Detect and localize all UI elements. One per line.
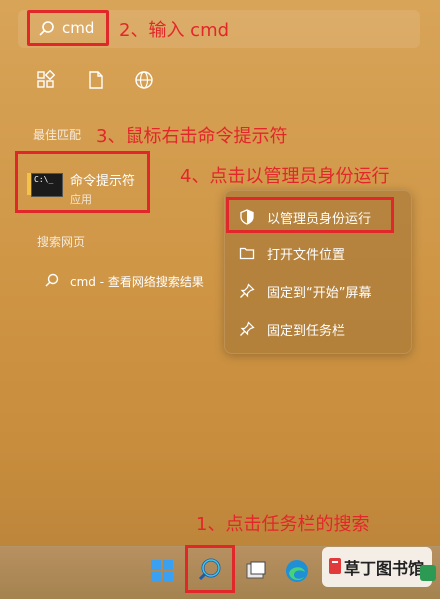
- pin-icon: [240, 321, 255, 336]
- section-best-match: 最佳匹配: [33, 128, 82, 142]
- annotation-box-best-match: [15, 151, 150, 213]
- folder-icon: [239, 247, 255, 260]
- watermark-logo-icon: [329, 558, 341, 574]
- menu-item-pin-to-start[interactable]: 固定到“开始”屏幕: [225, 273, 411, 309]
- menu-item-label: 打开文件位置: [267, 247, 346, 263]
- annotation-step4: 4、点击以管理员身份运行: [180, 166, 390, 187]
- apps-icon[interactable]: [36, 70, 56, 90]
- windows-start-icon[interactable]: [150, 559, 174, 583]
- web-search-result[interactable]: cmd - 查看网络搜索结果: [70, 273, 204, 290]
- annotation-box-taskbar-search: [185, 545, 235, 593]
- edge-browser-icon[interactable]: [284, 558, 310, 584]
- menu-item-open-file-location[interactable]: 打开文件位置: [225, 235, 411, 271]
- section-web-search: 搜索网页: [37, 235, 86, 249]
- menu-item-label: 固定到“开始”屏幕: [267, 285, 372, 301]
- annotation-step3: 3、鼠标右击命令提示符: [96, 126, 288, 147]
- search-icon: [45, 273, 59, 287]
- annotation-box-run-as-admin: [226, 197, 394, 233]
- annotation-box-search: [27, 10, 109, 46]
- watermark-text: 草丁图书馆: [344, 559, 425, 578]
- menu-item-label: 固定到任务栏: [267, 323, 346, 339]
- globe-icon[interactable]: [134, 70, 154, 90]
- annotation-step2: 2、输入 cmd: [119, 20, 230, 41]
- document-icon[interactable]: [86, 70, 106, 90]
- annotation-step1: 1、点击任务栏的搜索: [196, 514, 370, 535]
- app-icon[interactable]: [418, 563, 438, 583]
- pin-icon: [240, 283, 255, 298]
- menu-item-pin-to-taskbar[interactable]: 固定到任务栏: [225, 311, 411, 347]
- task-view-icon[interactable]: [244, 559, 268, 583]
